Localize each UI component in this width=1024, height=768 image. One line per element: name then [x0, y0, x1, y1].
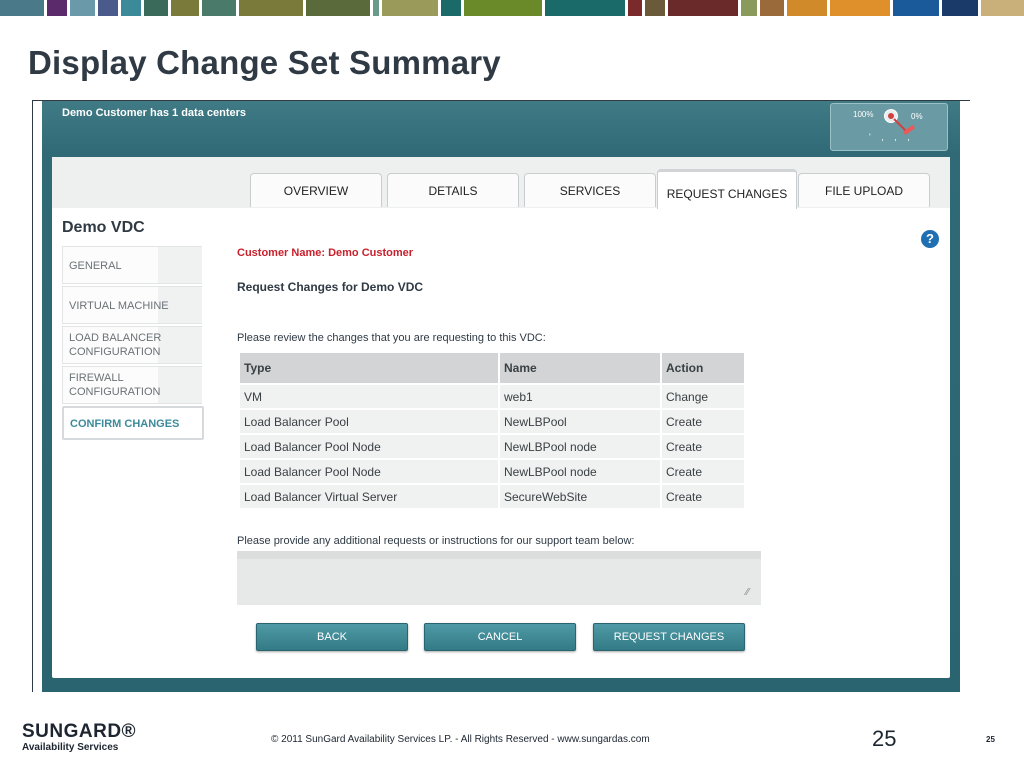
zoom-needle: [893, 118, 907, 132]
sidebar: GENERAL VIRTUAL MACHINE LOAD BALANCER CO…: [62, 246, 204, 442]
additional-requests-textarea[interactable]: [237, 551, 761, 605]
color-strip-segment: [787, 0, 827, 16]
color-strip-segment: [545, 0, 625, 16]
tab-overview[interactable]: OVERVIEW: [250, 173, 382, 207]
color-strip-segment: [464, 0, 542, 16]
back-button[interactable]: BACK: [256, 623, 408, 651]
customer-name: Customer Name: Demo Customer: [237, 247, 414, 259]
table-header-row: Type Name Action: [240, 353, 744, 383]
sidebar-item-firewall[interactable]: FIREWALL CONFIGURATION: [62, 366, 202, 404]
color-strip: [0, 0, 1024, 16]
color-strip-segment: [441, 0, 461, 16]
cell-type: Load Balancer Pool Node: [240, 435, 498, 458]
tab-details[interactable]: DETAILS: [387, 173, 519, 207]
color-strip-segment: [47, 0, 67, 16]
sidebar-item-shade: [158, 367, 202, 403]
help-icon[interactable]: ?: [921, 230, 939, 248]
color-strip-segment: [668, 0, 738, 16]
cell-action: Change: [662, 385, 744, 408]
column-header-type[interactable]: Type: [240, 353, 498, 383]
color-strip-segment: [373, 0, 379, 16]
tab-services[interactable]: SERVICES: [524, 173, 656, 207]
zoom-max-label: 100%: [853, 110, 874, 119]
vdc-title: Demo VDC: [62, 219, 145, 236]
color-strip-segment: [144, 0, 168, 16]
cell-name: web1: [500, 385, 660, 408]
content-panel: OVERVIEW DETAILS SERVICES REQUEST CHANGE…: [52, 157, 950, 678]
color-strip-segment: [628, 0, 642, 16]
color-strip-segment: [981, 0, 1024, 16]
tab-bar: OVERVIEW DETAILS SERVICES REQUEST CHANGE…: [52, 157, 950, 209]
sidebar-item-general[interactable]: GENERAL: [62, 246, 202, 284]
cell-type: Load Balancer Virtual Server: [240, 485, 498, 508]
cell-name: NewLBPool node: [500, 435, 660, 458]
color-strip-segment: [741, 0, 757, 16]
sidebar-item-shade: [158, 327, 202, 363]
sidebar-item-label: FIREWALL CONFIGURATION: [69, 372, 161, 398]
color-strip-segment: [942, 0, 978, 16]
cell-action: Create: [662, 485, 744, 508]
color-strip-segment: [382, 0, 438, 16]
column-header-name[interactable]: Name: [500, 353, 660, 383]
table-row: VM web1 Change: [240, 385, 744, 408]
sungard-logo-subtitle: Availability Services: [22, 742, 119, 753]
table-row: Load Balancer Pool Node NewLBPool node C…: [240, 435, 744, 458]
data-center-count: Demo Customer has 1 data centers: [62, 107, 247, 119]
column-header-action[interactable]: Action: [662, 353, 744, 383]
color-strip-segment: [893, 0, 939, 16]
cell-type: Load Balancer Pool Node: [240, 460, 498, 483]
color-strip-segment: [645, 0, 665, 16]
cancel-button[interactable]: CANCEL: [424, 623, 576, 651]
color-strip-segment: [239, 0, 303, 16]
cell-type: Load Balancer Pool: [240, 410, 498, 433]
color-strip-segment: [202, 0, 236, 16]
cell-name: NewLBPool: [500, 410, 660, 433]
request-changes-button[interactable]: REQUEST CHANGES: [593, 623, 745, 651]
color-strip-segment: [306, 0, 370, 16]
tab-request-changes[interactable]: REQUEST CHANGES: [657, 169, 797, 209]
color-strip-segment: [121, 0, 141, 16]
zoom-min-label: 0%: [911, 112, 923, 121]
sidebar-item-label: VIRTUAL MACHINE: [69, 300, 169, 312]
resize-grip-icon[interactable]: ⁄⁄: [746, 587, 749, 598]
cell-name: SecureWebSite: [500, 485, 660, 508]
sidebar-item-load-balancer[interactable]: LOAD BALANCER CONFIGURATION: [62, 326, 202, 364]
slide-title: Display Change Set Summary: [28, 44, 501, 81]
color-strip-segment: [0, 0, 44, 16]
cell-action: Create: [662, 460, 744, 483]
additional-requests-label: Please provide any additional requests o…: [237, 535, 635, 547]
frame-line-left: [32, 100, 33, 692]
page-number-small: 25: [986, 735, 995, 744]
copyright-text: © 2011 SunGard Availability Services LP.…: [271, 734, 650, 745]
color-strip-segment: [760, 0, 784, 16]
sungard-logo: SUNGARD®: [22, 721, 137, 742]
app-window: Demo Customer has 1 data centers 100% 0%…: [42, 101, 960, 692]
sidebar-item-label: CONFIRM CHANGES: [70, 418, 180, 430]
cell-name: NewLBPool node: [500, 460, 660, 483]
color-strip-segment: [98, 0, 118, 16]
sidebar-item-confirm-changes[interactable]: CONFIRM CHANGES: [62, 406, 204, 440]
zoom-widget[interactable]: 100% 0% ' , , ,: [830, 103, 948, 151]
color-strip-segment: [171, 0, 199, 16]
table-row: Load Balancer Pool NewLBPool Create: [240, 410, 744, 433]
tab-file-upload[interactable]: FILE UPLOAD: [798, 173, 930, 207]
changes-table: Type Name Action VM web1 Change Load Bal…: [238, 351, 746, 510]
table-row: Load Balancer Pool Node NewLBPool node C…: [240, 460, 744, 483]
page-number: 25: [872, 726, 897, 751]
cell-action: Create: [662, 410, 744, 433]
cell-action: Create: [662, 435, 744, 458]
sidebar-item-virtual-machine[interactable]: VIRTUAL MACHINE: [62, 286, 202, 324]
cell-type: VM: [240, 385, 498, 408]
color-strip-segment: [70, 0, 95, 16]
review-instructions: Please review the changes that you are r…: [237, 332, 546, 344]
table-row: Load Balancer Virtual Server SecureWebSi…: [240, 485, 744, 508]
color-strip-segment: [830, 0, 890, 16]
sidebar-item-label: GENERAL: [69, 260, 122, 272]
sidebar-item-label: LOAD BALANCER CONFIGURATION: [69, 332, 162, 358]
request-title: Request Changes for Demo VDC: [237, 280, 424, 294]
